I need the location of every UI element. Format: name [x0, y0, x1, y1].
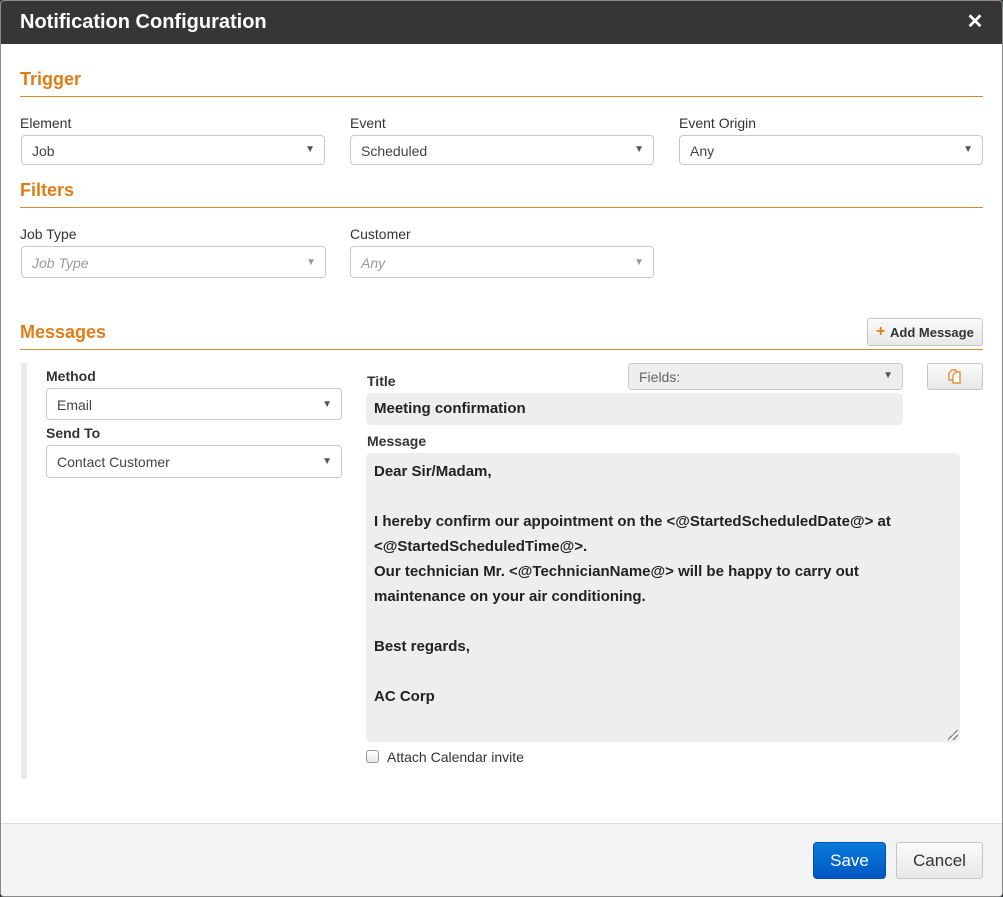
dialog-header: Notification Configuration ✕: [1, 1, 1002, 44]
resize-handle-icon[interactable]: [948, 730, 958, 740]
fields-select[interactable]: Fields: ▼: [628, 363, 903, 390]
job-type-placeholder: Job Type: [32, 255, 89, 271]
chevron-down-icon: ▼: [306, 257, 316, 268]
close-icon[interactable]: ✕: [966, 11, 984, 33]
method-value: Email: [57, 397, 93, 413]
send-to-label: Send To: [46, 425, 101, 441]
add-message-button[interactable]: + Add Message: [867, 318, 983, 346]
message-item-indicator: [21, 363, 27, 779]
copy-icon: [948, 369, 961, 384]
title-value: Meeting confirmation: [374, 400, 526, 417]
save-button[interactable]: Save: [813, 842, 886, 879]
event-select[interactable]: Scheduled ▼: [350, 135, 654, 165]
copy-button[interactable]: [927, 363, 983, 390]
customer-placeholder: Any: [361, 255, 386, 271]
message-label: Message: [367, 433, 427, 449]
title-label: Title: [367, 373, 396, 389]
element-value: Job: [32, 143, 55, 159]
chevron-down-icon: ▼: [883, 370, 893, 381]
chevron-down-icon: ▼: [305, 144, 315, 155]
job-type-select[interactable]: Job Type ▼: [21, 246, 326, 278]
notification-config-dialog: Notification Configuration ✕ Trigger Ele…: [0, 0, 1003, 897]
cancel-button[interactable]: Cancel: [896, 842, 983, 879]
event-origin-label: Event Origin: [679, 115, 757, 131]
method-label: Method: [46, 368, 96, 384]
attach-calendar-label[interactable]: Attach Calendar invite: [387, 749, 524, 765]
event-value: Scheduled: [361, 143, 428, 159]
event-origin-value: Any: [690, 143, 715, 159]
trigger-divider: [20, 96, 983, 97]
messages-heading: Messages: [20, 322, 107, 342]
chevron-down-icon: ▼: [963, 144, 973, 155]
method-select[interactable]: Email ▼: [46, 388, 342, 420]
plus-icon: +: [876, 323, 886, 340]
message-textarea[interactable]: Dear Sir/Madam, I hereby confirm our app…: [366, 453, 960, 742]
attach-calendar-checkbox[interactable]: [366, 750, 379, 763]
send-to-value: Contact Customer: [57, 454, 170, 470]
filters-divider: [20, 207, 983, 208]
event-label: Event: [350, 115, 386, 131]
send-to-select[interactable]: Contact Customer ▼: [46, 445, 342, 478]
element-label: Element: [20, 115, 72, 131]
job-type-label: Job Type: [20, 226, 77, 242]
add-message-label: Add Message: [890, 325, 974, 340]
cancel-label: Cancel: [913, 851, 966, 870]
fields-placeholder: Fields:: [639, 369, 681, 385]
chevron-down-icon: ▼: [322, 399, 332, 410]
event-origin-select[interactable]: Any ▼: [679, 135, 983, 165]
element-select[interactable]: Job ▼: [21, 135, 325, 165]
chevron-down-icon: ▼: [322, 456, 332, 467]
message-body: Dear Sir/Madam, I hereby confirm our app…: [374, 463, 891, 705]
chevron-down-icon: ▼: [634, 257, 644, 268]
chevron-down-icon: ▼: [634, 144, 644, 155]
dialog-title: Notification Configuration: [20, 11, 267, 33]
customer-select[interactable]: Any ▼: [350, 246, 654, 278]
messages-divider: [20, 349, 983, 350]
title-input[interactable]: Meeting confirmation: [366, 393, 903, 425]
customer-label: Customer: [350, 226, 411, 242]
save-label: Save: [830, 851, 869, 870]
filters-heading: Filters: [20, 180, 75, 200]
trigger-heading: Trigger: [20, 69, 82, 89]
